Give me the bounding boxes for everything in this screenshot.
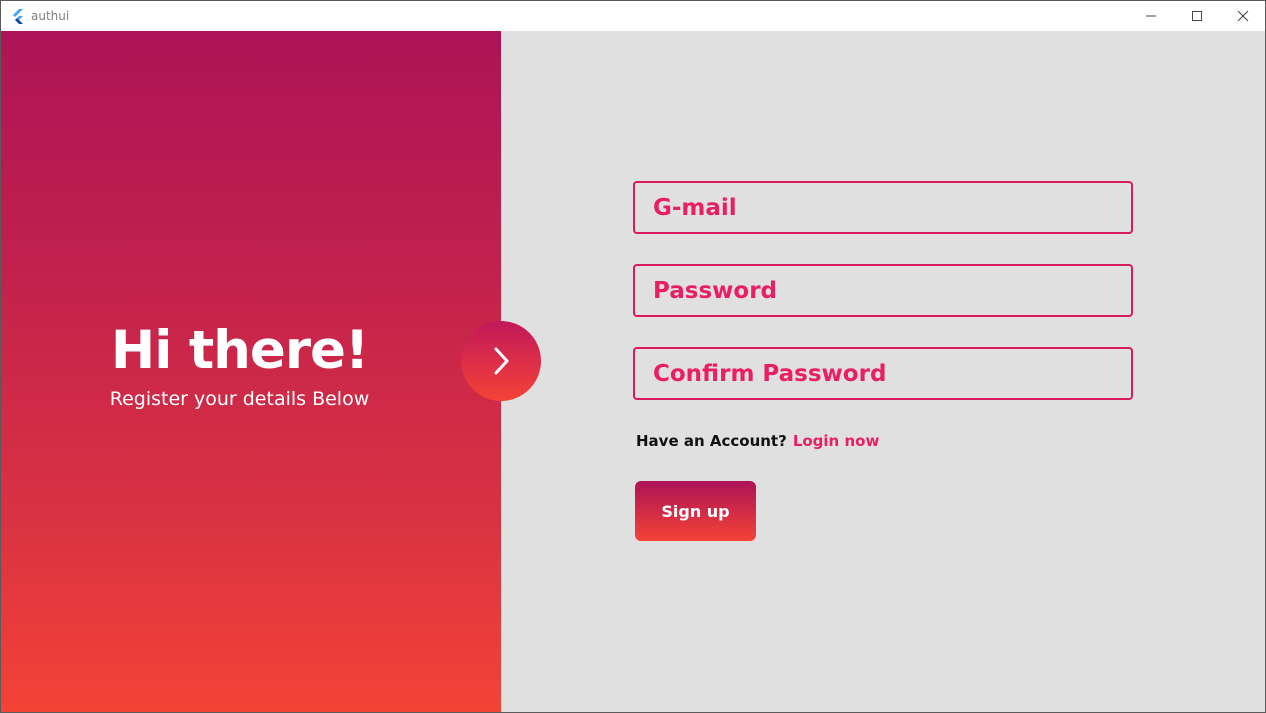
flutter-logo-icon bbox=[10, 8, 26, 24]
login-link[interactable]: Login now bbox=[793, 432, 879, 450]
maximize-button[interactable] bbox=[1174, 1, 1220, 31]
register-form-panel: Have an Account? Login now Sign up bbox=[501, 31, 1265, 712]
account-prompt: Have an Account? Login now bbox=[636, 432, 879, 450]
app-content: Hi there! Register your details Below Ha… bbox=[1, 31, 1265, 712]
minimize-button[interactable] bbox=[1128, 1, 1174, 31]
confirm-password-field bbox=[633, 347, 1133, 400]
account-question: Have an Account? bbox=[636, 432, 787, 450]
confirm-password-input[interactable] bbox=[635, 349, 1131, 398]
close-button[interactable] bbox=[1220, 1, 1265, 31]
welcome-panel: Hi there! Register your details Below bbox=[1, 31, 501, 712]
hero-title: Hi there! bbox=[110, 320, 369, 381]
email-input[interactable] bbox=[635, 183, 1131, 232]
signup-button[interactable]: Sign up bbox=[635, 481, 756, 541]
window-title: authui bbox=[31, 9, 70, 23]
password-field bbox=[633, 264, 1133, 317]
hero-subtitle: Register your details Below bbox=[109, 388, 370, 410]
hero-text: Hi there! Register your details Below bbox=[1, 316, 478, 412]
email-field bbox=[633, 181, 1133, 234]
app-window: authui Hi there! Register your details B… bbox=[0, 0, 1266, 713]
close-icon bbox=[1237, 10, 1249, 22]
maximize-icon bbox=[1192, 11, 1202, 21]
chevron-right-icon bbox=[494, 347, 509, 375]
minimize-icon bbox=[1146, 15, 1156, 17]
password-input[interactable] bbox=[635, 266, 1131, 315]
title-bar[interactable]: authui bbox=[1, 1, 1265, 31]
next-button[interactable] bbox=[461, 321, 541, 401]
